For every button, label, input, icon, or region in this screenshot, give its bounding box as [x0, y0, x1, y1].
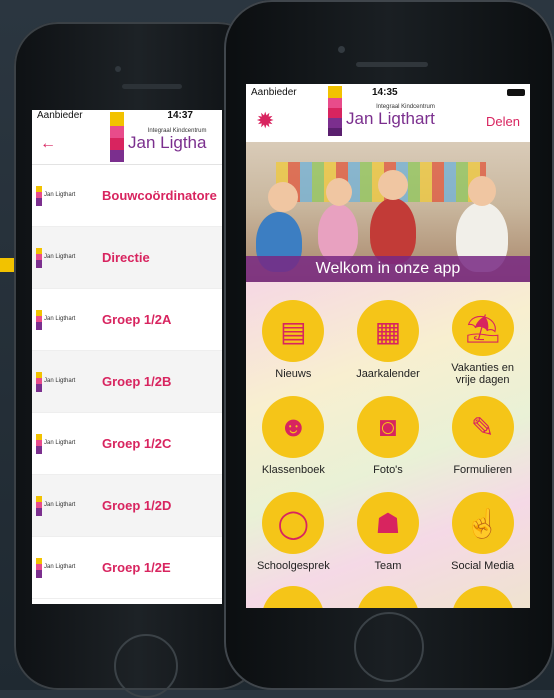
- front-camera: [115, 66, 121, 72]
- front-phone-screen: Aanbieder 14:35 ✹ Integraal Kindcentrum …: [246, 84, 530, 608]
- earpiece: [356, 62, 428, 67]
- tile-label: Team: [374, 560, 402, 572]
- newspaper-icon: ▤: [262, 300, 325, 362]
- child-head: [468, 176, 496, 206]
- logo-title: Jan Ligtha: [128, 133, 207, 152]
- app-logo: Integraal Kindcentrum Jan Ligthart: [328, 86, 435, 136]
- back-arrow-icon[interactable]: ←: [40, 135, 56, 153]
- list-item-label: Groep 1/2D: [102, 498, 172, 513]
- child-figure: [370, 198, 416, 264]
- list-item[interactable]: Jan Ligthart Groep 1/2D: [32, 475, 222, 537]
- tile-label: Nieuws: [275, 368, 312, 380]
- tile-vakanties[interactable]: ⛱ Vakanties en vrije dagen: [435, 300, 530, 386]
- list-item-label: Groep 1/2C: [102, 436, 172, 451]
- item-logo-icon: Jan Ligthart: [36, 247, 90, 269]
- tile-team[interactable]: ☗ Team: [341, 492, 436, 578]
- reader-icon: ☻: [262, 396, 325, 458]
- list-item-label: Groep 1/2A: [102, 312, 172, 327]
- beach-icon: ⛱: [451, 300, 514, 356]
- list-item[interactable]: Jan Ligthart Groep 1/2A: [32, 289, 222, 351]
- app-logo: Integraal Kindcentrum Jan Ligtha: [110, 112, 206, 162]
- list-item-label: Directie: [102, 250, 150, 265]
- item-logo-icon: Jan Ligthart: [36, 495, 90, 517]
- battery-icon: [507, 88, 525, 96]
- tile-jaarkalender[interactable]: ▦ Jaarkalender: [341, 300, 436, 386]
- team-icon: ☗: [356, 492, 419, 554]
- tile-label: Schoolgesprek: [256, 560, 330, 572]
- item-logo-icon: Jan Ligthart: [36, 557, 90, 579]
- item-logo-icon: Jan Ligthart: [36, 185, 90, 207]
- list-item-label: Groep 1/2B: [102, 374, 172, 389]
- welcome-banner: Welkom in onze app: [246, 256, 530, 282]
- globe-icon[interactable]: [262, 586, 324, 608]
- tile-label: Jaarkalender: [356, 368, 420, 380]
- earpiece: [122, 84, 182, 89]
- item-logo-icon: Jan Ligthart: [36, 433, 90, 455]
- home-button[interactable]: [354, 612, 424, 682]
- list-item[interactable]: Jan Ligthart Groep 1/2C: [32, 413, 222, 475]
- list-item[interactable]: Jan Ligthart Bouwcoördinatore: [32, 165, 222, 227]
- item-logo-icon: Jan Ligthart: [36, 371, 90, 393]
- tile-fotos[interactable]: ◙ Foto's: [341, 396, 436, 482]
- list-item[interactable]: Jan Ligthart Groep 1/2B: [32, 351, 222, 413]
- tile-nieuws[interactable]: ▤ Nieuws: [246, 300, 341, 386]
- tile-label: Klassenboek: [261, 464, 325, 476]
- person-icon[interactable]: [357, 586, 419, 608]
- hero-image: Welkom in onze app: [246, 142, 530, 282]
- share-button[interactable]: Delen: [486, 114, 520, 129]
- list-item[interactable]: Jan Ligthart Directie: [32, 227, 222, 289]
- tile-label: Vakanties en vrije dagen: [451, 362, 515, 386]
- form-icon: ✎: [451, 396, 514, 458]
- tile-label: Formulieren: [453, 464, 512, 476]
- home-button[interactable]: [114, 634, 178, 698]
- person-icon[interactable]: [452, 586, 514, 608]
- tile-label: Social Media: [451, 560, 515, 572]
- child-head: [378, 170, 408, 200]
- calendar-icon: ▦: [356, 300, 419, 362]
- logo-color-bars: [328, 86, 342, 136]
- gear-icon[interactable]: ✹: [256, 110, 278, 132]
- carrier-label: Aanbieder: [251, 86, 297, 98]
- social-media-icon: ☝: [451, 492, 514, 554]
- logo-title: Jan Ligthart: [346, 109, 435, 128]
- tile-klassenboek[interactable]: ☻ Klassenboek: [246, 396, 341, 482]
- menu-grid-area: ▤ Nieuws ▦ Jaarkalender ⛱ Vakanties en v…: [246, 282, 530, 608]
- list-item[interactable]: Jan Ligthart Groep 1/2E: [32, 537, 222, 599]
- list-item-label: Groep 1/2E: [102, 560, 171, 575]
- tile-label: Foto's: [373, 464, 403, 476]
- logo-color-bars: [110, 112, 124, 162]
- nav-header: ← Integraal Kindcentrum Jan Ligtha: [32, 112, 222, 165]
- child-head: [326, 178, 352, 206]
- tile-formulieren[interactable]: ✎ Formulieren: [435, 396, 530, 482]
- front-camera: [338, 46, 345, 53]
- child-figure: [318, 204, 358, 262]
- app-header: ✹ Integraal Kindcentrum Jan Ligthart Del…: [246, 86, 530, 142]
- list-item-label: Bouwcoördinatore: [102, 188, 217, 203]
- menu-grid: ▤ Nieuws ▦ Jaarkalender ⛱ Vakanties en v…: [246, 300, 530, 578]
- camera-icon: ◙: [356, 396, 419, 458]
- child-head: [268, 182, 298, 212]
- group-list: Jan Ligthart Bouwcoördinatore Jan Ligtha…: [32, 165, 222, 599]
- tile-schoolgesprek[interactable]: ◯ Schoolgesprek: [246, 492, 341, 578]
- carrier-label: Aanbieder: [37, 110, 83, 121]
- back-phone-screen: Aanbieder 14:37 ← Integraal Kindcentrum …: [32, 110, 222, 604]
- item-logo-icon: Jan Ligthart: [36, 309, 90, 331]
- tile-social-media[interactable]: ☝ Social Media: [435, 492, 530, 578]
- speech-bubble-icon: ◯: [262, 492, 325, 554]
